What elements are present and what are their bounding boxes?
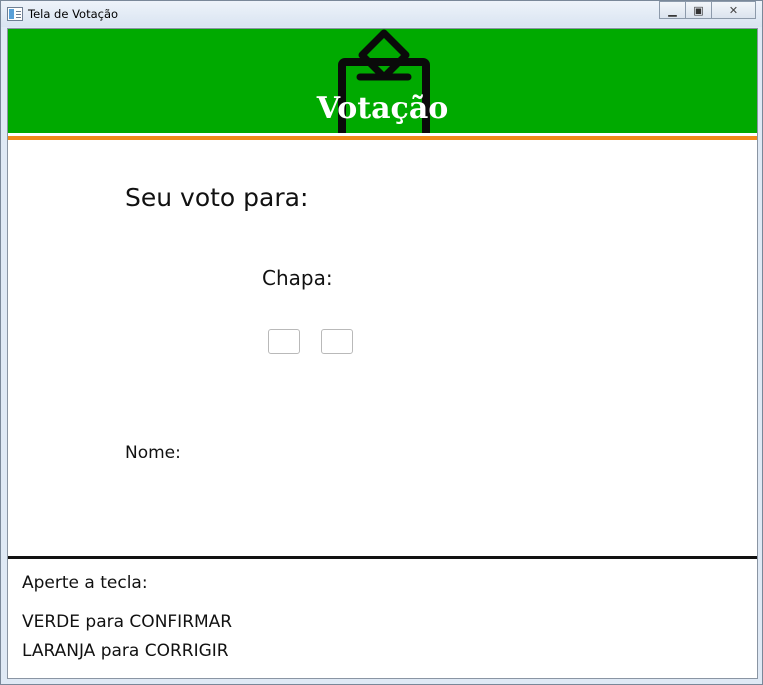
instructions-correct: LARANJA para CORRIGIR — [22, 641, 229, 661]
vote-heading: Seu voto para: — [125, 183, 309, 212]
chapa-label: Chapa: — [262, 266, 333, 290]
window-title: Tela de Votação — [28, 7, 119, 21]
chapa-digit-2[interactable] — [321, 329, 353, 354]
header-banner: Votação — [8, 29, 757, 133]
client-area: Votação Seu voto para: Chapa: Nome: Aper… — [7, 28, 758, 679]
app-icon — [7, 7, 23, 21]
minimize-button[interactable]: ▁ — [659, 1, 686, 19]
nome-label: Nome: — [125, 443, 181, 463]
instructions-intro: Aperte a tecla: — [22, 573, 148, 593]
instructions-confirm: VERDE para CONFIRMAR — [22, 612, 233, 632]
banner-stripe-orange — [8, 136, 757, 140]
title-bar[interactable]: Tela de Votação ▁ ▣ ✕ — [1, 1, 762, 27]
window-controls: ▁ ▣ ✕ — [659, 1, 756, 19]
banner-title: Votação — [316, 91, 449, 126]
maximize-button[interactable]: ▣ — [685, 1, 712, 19]
app-window: Tela de Votação ▁ ▣ ✕ Votação Seu voto p… — [0, 0, 763, 685]
chapa-digit-1[interactable] — [268, 329, 300, 354]
section-divider — [8, 556, 757, 559]
close-button[interactable]: ✕ — [711, 1, 756, 19]
